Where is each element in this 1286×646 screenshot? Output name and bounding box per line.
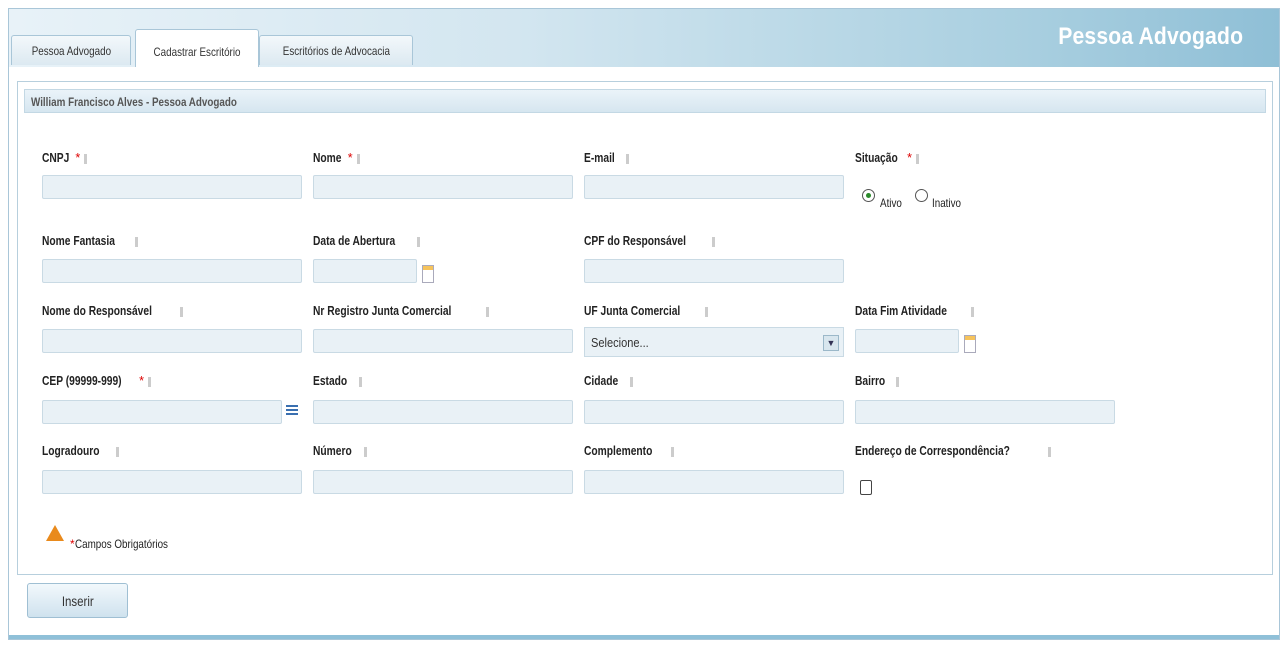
tab-pessoa-advogado[interactable]: Pessoa Advogado: [11, 35, 131, 65]
nome-input[interactable]: [313, 175, 573, 199]
insert-button[interactable]: Inserir: [27, 583, 128, 618]
chevron-down-icon[interactable]: ▼: [823, 335, 839, 351]
panel-header: William Francisco Alves - Pessoa Advogad…: [24, 89, 1266, 113]
tab-escritorios-advocacia[interactable]: Escritórios de Advocacia: [259, 35, 413, 65]
cidade-label: Cidade: [584, 374, 633, 388]
nome-fantasia-input[interactable]: [42, 259, 302, 283]
email-input[interactable]: [584, 175, 844, 199]
help-icon[interactable]: [417, 236, 421, 247]
list-search-icon[interactable]: [286, 405, 298, 419]
help-icon[interactable]: [971, 306, 975, 317]
help-icon[interactable]: [134, 236, 138, 247]
help-icon[interactable]: [895, 376, 899, 387]
bairro-input[interactable]: [855, 400, 1115, 424]
cpf-responsavel-label: CPF do Responsável: [584, 234, 716, 248]
situacao-label: Situação *: [855, 151, 919, 165]
cep-input[interactable]: [42, 400, 282, 424]
nome-fantasia-label: Nome Fantasia: [42, 234, 138, 248]
help-icon[interactable]: [915, 153, 919, 164]
help-icon[interactable]: [705, 306, 709, 317]
help-icon[interactable]: [364, 446, 368, 457]
app-title: Pessoa Advogado: [1058, 23, 1243, 50]
app-frame: Pessoa Advogado Pessoa Advogado Cadastra…: [8, 8, 1280, 640]
data-fim-input[interactable]: [855, 329, 959, 353]
nr-registro-input[interactable]: [313, 329, 573, 353]
nr-registro-label: Nr Registro Junta Comercial: [313, 304, 489, 318]
complemento-input[interactable]: [584, 470, 844, 494]
help-icon[interactable]: [147, 376, 151, 387]
email-label: E-mail: [584, 151, 629, 165]
situacao-ativo-label: Ativo: [880, 196, 902, 210]
complemento-label: Complemento: [584, 444, 675, 458]
numero-label: Número: [313, 444, 368, 458]
logradouro-label: Logradouro: [42, 444, 120, 458]
endereco-corresp-checkbox[interactable]: [860, 480, 872, 495]
help-icon[interactable]: [180, 306, 184, 317]
situacao-ativo-radio[interactable]: [862, 189, 875, 202]
endereco-corresp-label: Endereço de Correspondência?: [855, 444, 1051, 458]
required-note: *Campos Obrigatórios: [70, 537, 168, 551]
help-icon[interactable]: [712, 236, 716, 247]
data-fim-label: Data Fim Atividade: [855, 304, 975, 318]
estado-label: Estado: [313, 374, 362, 388]
help-icon[interactable]: [116, 446, 120, 457]
warning-icon: [46, 525, 64, 541]
numero-input[interactable]: [313, 470, 573, 494]
cpf-responsavel-input[interactable]: [584, 259, 844, 283]
bairro-label: Bairro: [855, 374, 899, 388]
situacao-inativo-label: Inativo: [932, 196, 961, 210]
cnpj-input[interactable]: [42, 175, 302, 199]
top-bar: Pessoa Advogado Pessoa Advogado Cadastra…: [9, 9, 1279, 67]
help-icon[interactable]: [485, 306, 489, 317]
form-panel: William Francisco Alves - Pessoa Advogad…: [17, 81, 1273, 575]
help-icon[interactable]: [356, 153, 360, 164]
help-icon[interactable]: [358, 376, 362, 387]
help-icon[interactable]: [671, 446, 675, 457]
bottom-divider: [9, 635, 1279, 639]
data-abertura-input[interactable]: [313, 259, 417, 283]
uf-junta-label: UF Junta Comercial: [584, 304, 709, 318]
logradouro-input[interactable]: [42, 470, 302, 494]
help-icon[interactable]: [625, 153, 629, 164]
tab-cadastrar-escritorio[interactable]: Cadastrar Escritório: [135, 29, 259, 67]
data-abertura-label: Data de Abertura: [313, 234, 421, 248]
nome-responsavel-input[interactable]: [42, 329, 302, 353]
help-icon[interactable]: [1047, 446, 1051, 457]
estado-input[interactable]: [313, 400, 573, 424]
help-icon[interactable]: [629, 376, 633, 387]
cnpj-label: CNPJ *: [42, 151, 88, 165]
nome-responsavel-label: Nome do Responsável: [42, 304, 184, 318]
cidade-input[interactable]: [584, 400, 844, 424]
cep-label: CEP (99999-999) *: [42, 374, 151, 388]
nome-label: Nome *: [313, 151, 360, 165]
help-icon[interactable]: [84, 153, 88, 164]
situacao-inativo-radio[interactable]: [915, 189, 928, 202]
uf-junta-select[interactable]: Selecione... ▼: [584, 327, 844, 357]
calendar-icon[interactable]: [964, 335, 976, 353]
calendar-icon[interactable]: [422, 265, 434, 283]
